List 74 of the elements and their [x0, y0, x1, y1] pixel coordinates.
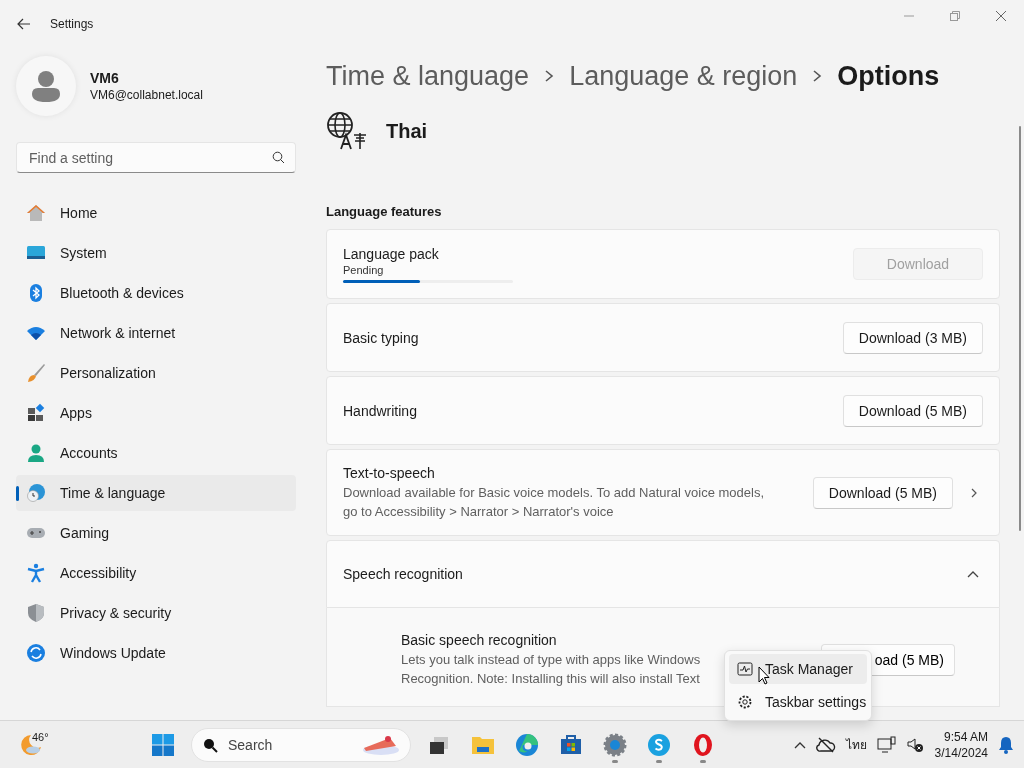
- settings-icon: [737, 694, 753, 710]
- feature-title: Language pack: [343, 245, 440, 262]
- nav-item[interactable]: Time & language: [16, 475, 296, 511]
- nav-item[interactable]: Home: [16, 195, 296, 231]
- nav-item[interactable]: Privacy & security: [16, 595, 296, 631]
- language-icon: [326, 111, 368, 151]
- feature-title: Basic speech recognition: [401, 632, 558, 648]
- window-title: Settings: [50, 17, 94, 31]
- search-icon: [272, 151, 285, 164]
- chevron-up-icon[interactable]: [793, 740, 806, 749]
- feature-title: Handwriting: [343, 402, 418, 419]
- nav-item[interactable]: Windows Update: [16, 635, 296, 671]
- store-icon[interactable]: [559, 732, 583, 757]
- user-name: VM6: [90, 70, 120, 86]
- language-name: Thai: [386, 119, 428, 143]
- person-icon: [26, 443, 46, 463]
- shield-icon: [26, 603, 46, 623]
- nav-item[interactable]: Apps: [16, 395, 296, 431]
- feature-title: Basic typing: [343, 329, 420, 346]
- section-title: Language features: [326, 204, 443, 219]
- status-text: Pending: [343, 263, 385, 276]
- pie-icon: [360, 733, 400, 756]
- feature-description: Download available for Basic voice models. To add Natural voice models, go to Accessibility > Narrator > Narrator's voice: [343, 483, 766, 521]
- download-button[interactable]: Download (5 MB): [842, 394, 983, 427]
- feature-title: Text-to-speech: [343, 464, 436, 481]
- cloud-off-icon[interactable]: [815, 736, 836, 753]
- skype-icon[interactable]: [647, 732, 671, 757]
- input-language[interactable]: ไทย: [845, 735, 867, 754]
- nav-item[interactable]: Accounts: [16, 435, 296, 471]
- search-field[interactable]: Find a setting: [27, 148, 272, 167]
- breadcrumb-item: Options: [837, 60, 940, 92]
- bell-icon[interactable]: [998, 735, 1014, 754]
- feature-description: Lets you talk instead of type with apps like Windows Recognition. Note: Installing this will also install Text: [401, 651, 701, 688]
- speaker-muted-icon[interactable]: [906, 736, 925, 753]
- nav-item[interactable]: Bluetooth & devices: [16, 275, 296, 311]
- clock[interactable]: 9:54 AM 3/14/2024: [934, 728, 988, 761]
- chevron-right-icon: [811, 69, 824, 83]
- accessibility-icon: [26, 563, 46, 583]
- menu-item[interactable]: Task Manager: [729, 654, 867, 684]
- paintbrush-icon: [26, 363, 46, 383]
- search-box[interactable]: Find a setting: [16, 142, 296, 173]
- download-button[interactable]: Download (3 MB): [842, 321, 983, 354]
- download-button[interactable]: Download (5 MB): [812, 476, 953, 509]
- sync-icon: [26, 643, 46, 663]
- expander-header[interactable]: Speech recognition: [326, 540, 1000, 608]
- edge-browser-icon[interactable]: [515, 732, 539, 757]
- apps-icon: [26, 403, 46, 423]
- close-icon[interactable]: [996, 11, 1006, 21]
- back-icon[interactable]: [16, 16, 32, 32]
- globe-clock-icon: [26, 483, 46, 503]
- restore-icon[interactable]: [950, 11, 960, 21]
- nav-item[interactable]: Personalization: [16, 355, 296, 391]
- feature-card[interactable]: Text-to-speech Download available for Basic voice models. To add Natural voice models, go to Accessibility > Narrator > Narrator's voice Download (5 MB): [326, 449, 1000, 536]
- activity-monitor-icon: [737, 662, 753, 676]
- opera-icon[interactable]: [691, 732, 715, 757]
- breadcrumb-item[interactable]: Time & language: [326, 60, 530, 92]
- nav-item[interactable]: Network & internet: [16, 315, 296, 351]
- settings-icon[interactable]: [603, 732, 627, 757]
- weather-widget[interactable]: 46°: [18, 724, 58, 765]
- nav-item[interactable]: System: [16, 235, 296, 271]
- breadcrumb-item[interactable]: Language & region: [569, 60, 798, 92]
- scrollbar[interactable]: [1019, 126, 1021, 531]
- menu-item[interactable]: Taskbar settings: [729, 687, 867, 717]
- nav-item[interactable]: Gaming: [16, 515, 296, 551]
- start-icon[interactable]: [152, 733, 174, 756]
- nav-item[interactable]: Accessibility: [16, 555, 296, 591]
- search-icon: [202, 736, 218, 753]
- chevron-right-icon: [543, 69, 556, 83]
- house-icon: [26, 203, 46, 223]
- temperature: 46°: [32, 730, 49, 743]
- network-icon[interactable]: [876, 735, 897, 754]
- user-email: VM6@collabnet.local: [90, 88, 203, 102]
- taskbar-search[interactable]: Search: [191, 727, 411, 762]
- feature-title: Speech recognition: [343, 566, 464, 582]
